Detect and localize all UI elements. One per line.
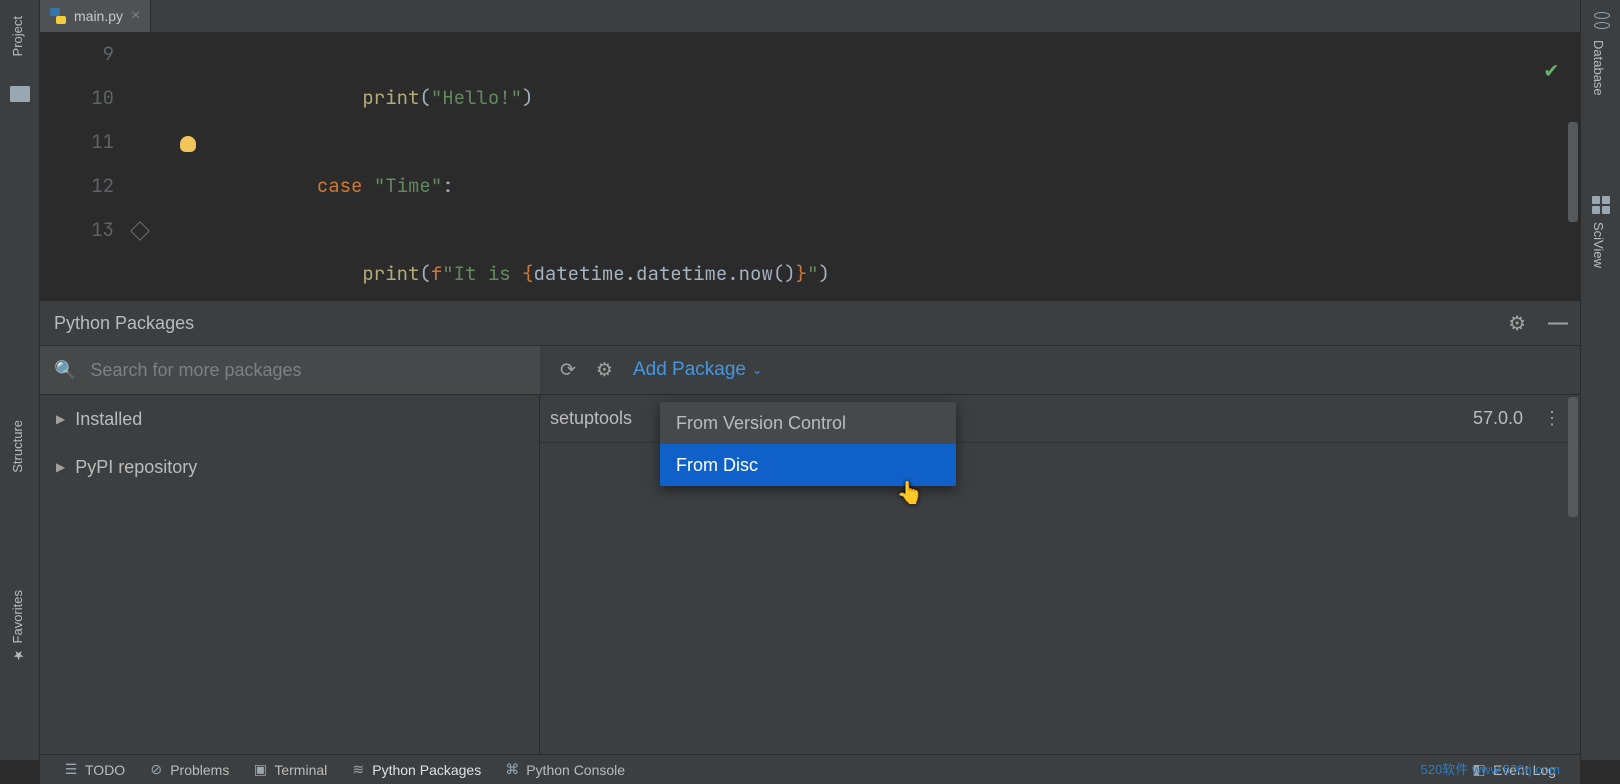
tool-structure[interactable]: Structure (10, 420, 25, 473)
tool-sciview[interactable]: SciView (1591, 222, 1606, 268)
editor-tab-main[interactable]: main.py × (40, 0, 151, 32)
editor-tabbar: main.py × (40, 0, 1580, 32)
panel-title: Python Packages (54, 313, 194, 334)
bottom-problems[interactable]: ⊘Problems (139, 758, 239, 782)
bottom-python-packages[interactable]: ≋Python Packages (341, 758, 491, 782)
right-tool-rail: Database SciView (1580, 0, 1620, 760)
expand-icon: ▶ (56, 412, 65, 426)
python-packages-panel: Python Packages ⚙ — 🔍 ⟳ ⚙ Add Package ⌄ … (40, 300, 1580, 760)
package-version: 57.0.0 (1473, 408, 1523, 429)
database-icon[interactable] (1592, 12, 1610, 30)
editor-area: main.py × 9 10 11 12 13 print("Hello!") … (40, 0, 1580, 300)
chevron-down-icon: ⌄ (752, 363, 762, 377)
panel-title-row: Python Packages ⚙ — (40, 301, 1580, 345)
bottom-python-console[interactable]: ⌘Python Console (495, 758, 635, 782)
tree-column: ▶ Installed ▶ PyPI repository (40, 395, 540, 760)
gear-icon[interactable]: ⚙ (1508, 311, 1526, 336)
tree-pypi[interactable]: ▶ PyPI repository (40, 443, 539, 491)
close-icon[interactable]: × (131, 7, 140, 25)
settings-icon[interactable]: ⚙ (596, 359, 613, 382)
tool-database[interactable]: Database (1591, 40, 1606, 96)
tab-filename: main.py (74, 8, 123, 24)
packages-icon: ≋ (351, 763, 365, 777)
bottom-terminal[interactable]: ▣Terminal (243, 758, 337, 782)
line-gutter: 9 10 11 12 13 (40, 32, 140, 300)
add-package-menu: From Version Control From Disc (660, 402, 956, 486)
menu-from-disc[interactable]: From Disc (660, 444, 956, 486)
warning-icon: ⊘ (149, 763, 163, 777)
tool-project[interactable]: Project (10, 16, 25, 56)
search-input[interactable] (90, 360, 526, 381)
bottom-todo[interactable]: ☰TODO (54, 758, 135, 782)
watermark-text: 520软件 www.520rj.com (1421, 759, 1560, 778)
tree-installed[interactable]: ▶ Installed (40, 395, 539, 443)
terminal-icon: ▣ (253, 763, 267, 777)
search-icon: 🔍 (54, 360, 76, 381)
folder-icon (10, 86, 30, 102)
python-icon: ⌘ (505, 763, 519, 777)
minimize-icon[interactable]: — (1548, 312, 1566, 335)
python-file-icon (50, 8, 66, 24)
code-body[interactable]: 9 10 11 12 13 print("Hello!") case "Time… (40, 32, 1580, 300)
menu-from-vcs[interactable]: From Version Control (660, 402, 956, 444)
intention-bulb-icon[interactable] (180, 136, 196, 152)
refresh-icon[interactable]: ⟳ (560, 359, 576, 382)
code-lines[interactable]: print("Hello!") case "Time": print(f"It … (140, 32, 1580, 300)
tool-favorites[interactable]: ★ Favorites (10, 590, 25, 662)
expand-icon: ▶ (56, 460, 65, 474)
panel-toolbar: 🔍 ⟳ ⚙ Add Package ⌄ (40, 345, 1580, 395)
editor-scrollbar[interactable] (1568, 122, 1578, 222)
detail-scrollbar[interactable] (1568, 397, 1578, 517)
add-package-button[interactable]: Add Package ⌄ (633, 359, 762, 381)
inspection-ok-icon[interactable]: ✔ (1545, 48, 1558, 92)
sciview-icon[interactable] (1592, 196, 1610, 214)
list-icon: ☰ (64, 763, 78, 777)
left-tool-rail: Project Structure ★ Favorites (0, 0, 40, 760)
more-icon[interactable]: ⋮ (1543, 408, 1562, 429)
search-box[interactable]: 🔍 (40, 346, 540, 394)
bottom-toolbar: ☰TODO ⊘Problems ▣Terminal ≋Python Packag… (40, 754, 1580, 784)
